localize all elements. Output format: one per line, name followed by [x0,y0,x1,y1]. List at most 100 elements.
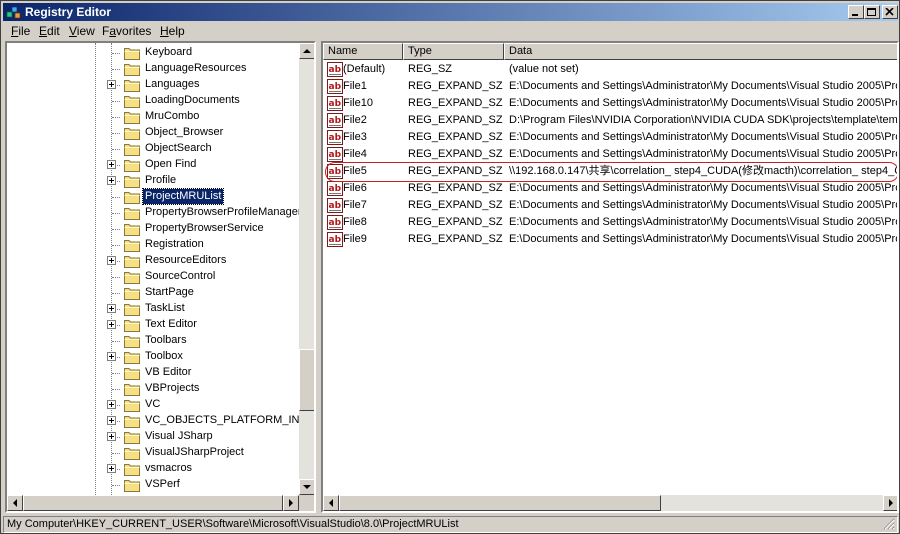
tree-node-label[interactable]: Object_Browser [143,125,225,140]
tree-node[interactable]: VSPerf [7,477,299,493]
expand-plus-icon[interactable] [107,432,116,441]
expand-plus-icon[interactable] [107,256,116,265]
expand-plus-icon[interactable] [107,176,116,185]
tree-node-label[interactable]: vsmacros [143,461,194,476]
menu-help[interactable]: Help [160,24,185,38]
tree-node[interactable]: Visual JSharp [7,429,299,445]
tree-node[interactable]: PropertyBrowserProfileManager [7,205,299,221]
menu-edit[interactable]: Edit [39,24,60,38]
tree-node[interactable]: Toolbars [7,333,299,349]
resize-grip-icon[interactable] [883,518,895,530]
value-row[interactable]: ab File6 REG_EXPAND_SZ E:\Documents and Set… [323,180,897,197]
title-bar[interactable]: Registry Editor [3,3,898,21]
tree-node-label[interactable]: MruCombo [143,109,201,124]
column-header-name[interactable]: Name [323,43,403,60]
tree-node-label[interactable]: ProjectMRUList [141,188,225,205]
tree-node-label[interactable]: PropertyBrowserService [143,221,266,236]
tree-node-label[interactable]: VBProjects [143,381,201,396]
tree-hscroll-thumb[interactable] [23,495,283,511]
expand-plus-icon[interactable] [107,416,116,425]
tree-node[interactable]: SourceControl [7,269,299,285]
column-header-data[interactable]: Data [504,43,897,60]
tree-node-label[interactable]: Languages [143,77,201,92]
tree-node[interactable]: PropertyBrowserService [7,221,299,237]
tree-node[interactable]: ProjectMRUList [7,188,299,205]
menu-file[interactable]: File [11,24,30,38]
value-row[interactable]: ab File10 REG_EXPAND_SZ E:\Documents and Se… [323,95,897,112]
tree-node[interactable]: LanguageResources [7,61,299,77]
tree-node[interactable]: TaskList [7,301,299,317]
expand-plus-icon[interactable] [107,160,116,169]
tree-node-label[interactable]: Keyboard [143,45,194,60]
tree-node-label[interactable]: Visual JSharp [143,429,215,444]
list-hscroll-thumb[interactable] [339,495,661,511]
tree-node[interactable]: VisualJSharpProject [7,445,299,461]
value-row[interactable]: ab File7 REG_EXPAND_SZ E:\Documents and Set… [323,197,897,214]
tree-node-label[interactable]: VC [143,397,162,412]
maximize-button[interactable] [864,5,880,19]
tree-node[interactable]: VB Editor [7,365,299,381]
tree-node-label[interactable]: VisualJSharpProject [143,445,246,460]
value-row[interactable]: ab File3 REG_EXPAND_SZ E:\Documents and Set… [323,129,897,146]
value-row[interactable]: ab File8 REG_EXPAND_SZ E:\Documents and Set… [323,214,897,231]
tree-scroll-up-button[interactable] [299,43,314,59]
tree-node-label[interactable]: Registration [143,237,206,252]
tree-node-label[interactable]: StartPage [143,285,196,300]
tree-vscroll-track[interactable] [299,43,314,495]
tree-node-label[interactable]: SourceControl [143,269,217,284]
tree-node[interactable]: VC [7,397,299,413]
list-scroll-left-button[interactable] [323,495,339,511]
tree-node-label[interactable]: Text Editor [143,317,199,332]
value-row[interactable]: ab File9 REG_EXPAND_SZ E:\Documents and Set… [323,231,897,248]
value-row[interactable]: ab (Default) REG_SZ (value not set) [323,61,897,78]
tree-node-label[interactable]: Toolbars [143,333,189,348]
tree-node[interactable]: Keyboard [7,45,299,61]
tree-scroll-right-button[interactable] [283,495,299,511]
tree-node-label[interactable]: Open Find [143,157,198,172]
tree-node-label[interactable]: PropertyBrowserProfileManager [143,205,299,220]
tree-scroll-left-button[interactable] [7,495,23,511]
tree-node[interactable]: Text Editor [7,317,299,333]
tree-node[interactable]: ObjectSearch [7,141,299,157]
tree-node[interactable]: Toolbox [7,349,299,365]
tree-node[interactable]: vsmacros [7,461,299,477]
tree-node[interactable]: LoadingDocuments [7,93,299,109]
tree-node[interactable]: Registration [7,237,299,253]
tree-node[interactable]: VBProjects [7,381,299,397]
tree-node[interactable]: Object_Browser [7,125,299,141]
expand-plus-icon[interactable] [107,352,116,361]
tree-node-label[interactable]: VC_OBJECTS_PLATFORM_INFO [143,413,299,428]
tree-node-label[interactable]: ResourceEditors [143,253,228,268]
menu-view[interactable]: View [69,24,95,38]
value-row[interactable]: ab File2 REG_EXPAND_SZ D:\Program Files\NVI… [323,112,897,129]
tree-node[interactable]: Languages [7,77,299,93]
tree-node-label[interactable]: LoadingDocuments [143,93,242,108]
tree-scroll-down-button[interactable] [299,479,314,495]
tree-node-label[interactable]: Toolbox [143,349,185,364]
value-row[interactable]: ab File4 REG_EXPAND_SZ E:\Documents and Set… [323,146,897,163]
tree-node[interactable]: Open Find [7,157,299,173]
tree-node[interactable]: StartPage [7,285,299,301]
tree-node-label[interactable]: TaskList [143,301,187,316]
tree-node-label[interactable]: LanguageResources [143,61,249,76]
tree-node[interactable]: Profile [7,173,299,189]
key-tree-pane[interactable]: Keyboard LanguageResources Languages Loadin… [5,41,316,513]
expand-plus-icon[interactable] [107,80,116,89]
tree-node-label[interactable]: ObjectSearch [143,141,214,156]
tree-node-label[interactable]: Profile [143,173,178,188]
expand-plus-icon[interactable] [107,320,116,329]
tree-node-label[interactable]: VSPerf [143,477,182,492]
menu-favorites[interactable]: Favorites [102,24,151,38]
tree-node-label[interactable]: VB Editor [143,365,193,380]
minimize-button[interactable] [848,5,864,19]
list-scroll-right-button[interactable] [883,495,897,511]
value-row[interactable]: ab File1 REG_EXPAND_SZ E:\Documents and Set… [323,78,897,95]
expand-plus-icon[interactable] [107,304,116,313]
close-button[interactable] [882,5,898,19]
values-list-pane[interactable]: Name Type Data ab (Default) REG_SZ (value n… [321,41,899,513]
tree-node[interactable]: ResourceEditors [7,253,299,269]
tree-vscroll-thumb[interactable] [299,349,314,411]
tree-node[interactable]: VC_OBJECTS_PLATFORM_INFO [7,413,299,429]
column-header-type[interactable]: Type [403,43,504,60]
expand-plus-icon[interactable] [107,464,116,473]
